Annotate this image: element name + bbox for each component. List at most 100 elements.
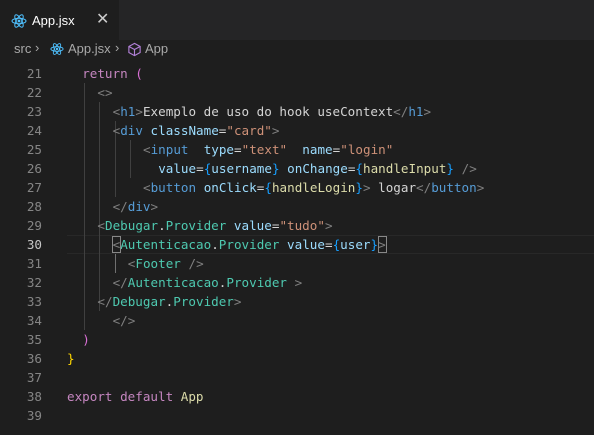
line-number: 35 xyxy=(26,332,42,347)
code-token: Provider xyxy=(173,294,234,309)
code-line[interactable]: 29 <Debugar.Provider value="tudo"> xyxy=(0,216,594,235)
code-token: value xyxy=(287,237,325,252)
code-line[interactable]: 23 <h1>Exemplo de uso do hook useContext<… xyxy=(0,102,594,121)
code-token: . xyxy=(158,218,166,233)
code-line[interactable]: 21 return ( xyxy=(0,64,594,83)
line-number: 22 xyxy=(26,85,42,100)
code-token: > xyxy=(135,104,143,119)
code-line[interactable]: 39 xyxy=(0,406,594,425)
code-token: name xyxy=(302,142,333,157)
line-number: 26 xyxy=(26,161,42,176)
code-token: </ xyxy=(112,199,128,214)
code-token: { xyxy=(355,161,364,176)
close-icon[interactable]: ✕ xyxy=(96,12,109,28)
code-line[interactable]: 36} xyxy=(0,349,594,368)
code-line[interactable]: 24 <div className="card"> xyxy=(0,121,594,140)
code-token: > xyxy=(233,294,242,309)
line-number: 37 xyxy=(26,370,42,385)
breadcrumb-symbol[interactable]: App xyxy=(145,41,168,56)
code-line[interactable]: 28 </div> xyxy=(0,197,594,216)
code-text: ) xyxy=(82,330,90,349)
code-token: div xyxy=(120,123,143,138)
breadcrumb-file[interactable]: App.jsx xyxy=(68,41,111,56)
code-line[interactable]: 22 <> xyxy=(0,83,594,102)
code-token: handleInput xyxy=(363,161,447,176)
code-token: } xyxy=(67,351,75,366)
code-line[interactable]: 37 xyxy=(0,368,594,387)
code-token: handleLogin xyxy=(271,180,356,195)
code-editor[interactable]: 21 return (22 <> 23 <h1>Exemplo de uso do ho… xyxy=(0,60,594,435)
code-token: < xyxy=(143,180,151,195)
code-token: /> xyxy=(188,256,204,271)
code-token: = xyxy=(324,237,333,252)
code-token: > xyxy=(423,104,432,119)
line-number: 38 xyxy=(26,389,42,404)
code-line[interactable]: 32 </Autenticacao.Provider > xyxy=(0,273,594,292)
code-token: < xyxy=(143,142,151,157)
line-number: 23 xyxy=(26,104,42,119)
code-token: </ xyxy=(97,294,113,309)
code-token: button xyxy=(431,180,477,195)
code-token: "tudo" xyxy=(279,218,325,233)
code-token: < xyxy=(97,218,105,233)
code-token: h1 xyxy=(408,104,424,119)
tab-bar: App.jsx ✕ xyxy=(0,0,594,40)
breadcrumb-folder[interactable]: src xyxy=(14,41,31,56)
code-token: default xyxy=(120,389,174,404)
code-text: <Footer /> xyxy=(128,254,204,273)
line-number: 21 xyxy=(26,66,42,81)
code-token: Provider xyxy=(165,218,227,233)
code-line[interactable]: 34 </> xyxy=(0,311,594,330)
code-token: { xyxy=(264,180,272,195)
code-token: Autenticacao xyxy=(120,237,212,252)
code-token: </ xyxy=(112,275,128,290)
code-text: <Autenticacao.Provider value={user}> xyxy=(113,235,386,254)
code-line[interactable]: 31 <Footer /> xyxy=(0,254,594,273)
code-token: > xyxy=(324,218,333,233)
code-line[interactable]: 30 <Autenticacao.Provider value={user}> xyxy=(0,235,594,254)
tab-app-jsx[interactable]: App.jsx ✕ xyxy=(0,0,119,40)
code-token: Debugar xyxy=(112,294,166,309)
code-token: > xyxy=(362,180,371,195)
bracket-match-close xyxy=(377,236,388,253)
chevron-right-icon: › xyxy=(35,40,40,55)
code-token: </ xyxy=(416,180,432,195)
line-number: 24 xyxy=(26,123,42,138)
line-number: 36 xyxy=(26,351,42,366)
code-token: /> xyxy=(461,161,477,176)
code-token: </ xyxy=(393,104,409,119)
code-token: </> xyxy=(112,313,136,328)
code-token: button xyxy=(150,180,197,195)
code-line[interactable]: 38 export default App xyxy=(0,387,594,406)
code-line[interactable]: 26 value={username} onChange={handleInput… xyxy=(0,159,594,178)
code-token: } xyxy=(271,161,280,176)
line-number: 25 xyxy=(26,142,42,157)
code-text: <h1>Exemplo de uso do hook useContext</h… xyxy=(113,102,432,121)
code-line[interactable]: 35) xyxy=(0,330,594,349)
code-line[interactable]: 25 <input type="text" name="login" xyxy=(0,140,594,159)
code-line[interactable]: 33 </Debugar.Provider> xyxy=(0,292,594,311)
line-number: 32 xyxy=(26,275,42,290)
code-token: Exemplo de uso do hook useContext xyxy=(142,104,394,119)
code-token: type xyxy=(203,142,235,157)
code-token: App xyxy=(180,389,204,404)
code-token: logar xyxy=(370,180,417,195)
code-token: onClick xyxy=(203,180,257,195)
line-number: 34 xyxy=(26,313,42,328)
line-number: 28 xyxy=(26,199,42,214)
code-token: Autenticacao xyxy=(127,275,219,290)
code-token: } xyxy=(446,161,455,176)
code-token: "text" xyxy=(241,142,288,157)
code-token: username xyxy=(211,161,272,176)
code-text: <button onClick={handleLogin}> logar</bu… xyxy=(143,178,484,197)
code-token: div xyxy=(127,199,151,214)
symbol-component-icon xyxy=(128,42,141,57)
code-text: </Autenticacao.Provider > xyxy=(113,273,303,292)
code-line[interactable]: 27 <button onClick={handleLogin}> logar</… xyxy=(0,178,594,197)
code-token: Debugar xyxy=(104,218,159,233)
code-text: <Debugar.Provider value="tudo"> xyxy=(97,216,332,235)
